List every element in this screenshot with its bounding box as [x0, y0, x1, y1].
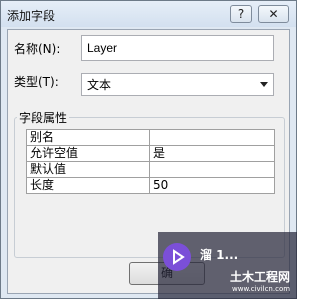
- property-row[interactable]: 长度 50: [26, 177, 275, 194]
- dialog-title: 添加字段: [7, 9, 56, 23]
- play-logo-icon: [163, 243, 191, 271]
- type-select[interactable]: 文本: [81, 73, 274, 96]
- property-value[interactable]: 是: [149, 145, 275, 162]
- properties-grid: 别名 允许空值 是 默认值 长度 50: [26, 129, 275, 194]
- title-bar: 添加字段 ? ✕: [1, 1, 296, 27]
- help-button[interactable]: ?: [230, 5, 252, 23]
- property-key: 别名: [26, 129, 150, 146]
- close-icon: ✕: [268, 7, 279, 21]
- name-input[interactable]: Layer: [81, 35, 274, 61]
- close-button[interactable]: ✕: [258, 5, 289, 23]
- watermark-overlay-text: 溜 1...: [200, 248, 239, 262]
- property-key: 长度: [26, 177, 150, 194]
- property-value[interactable]: [149, 129, 275, 146]
- watermark-url: www.civilcn.com: [232, 285, 291, 293]
- property-row[interactable]: 允许空值 是: [26, 145, 275, 162]
- property-row[interactable]: 默认值: [26, 161, 275, 178]
- property-key: 允许空值: [26, 145, 150, 162]
- property-value[interactable]: 50: [149, 177, 275, 194]
- property-value[interactable]: [149, 161, 275, 178]
- chevron-down-icon: [260, 82, 268, 87]
- watermark-text: 土木工程网: [230, 270, 291, 284]
- type-select-value: 文本: [87, 78, 112, 92]
- type-label: 类型(T):: [14, 75, 59, 89]
- name-label: 名称(N):: [14, 42, 61, 56]
- property-key: 默认值: [26, 161, 150, 178]
- property-row[interactable]: 别名: [26, 129, 275, 146]
- field-properties-label: 字段属性: [17, 109, 70, 126]
